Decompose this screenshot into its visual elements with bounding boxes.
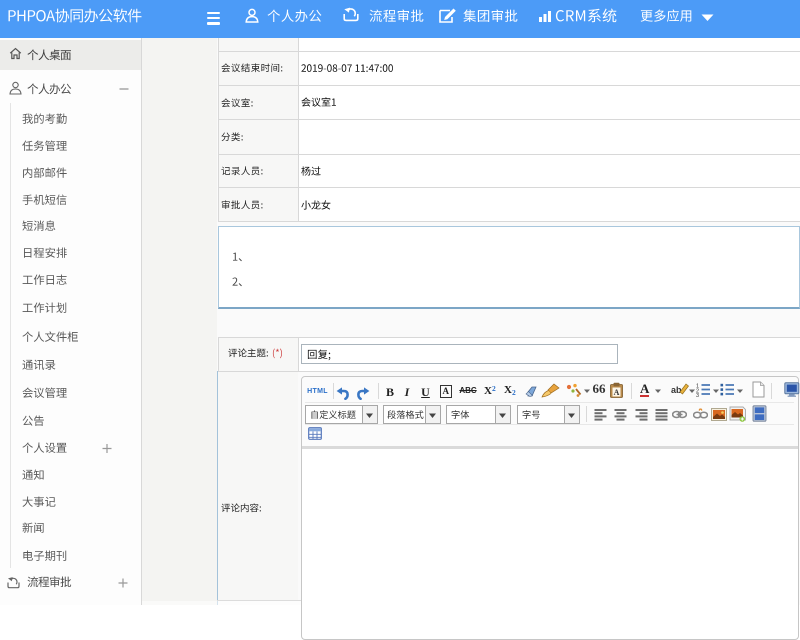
svg-text:A: A	[614, 388, 620, 397]
svg-text:ab: ab	[671, 385, 682, 395]
svg-text:3: 3	[696, 393, 699, 397]
